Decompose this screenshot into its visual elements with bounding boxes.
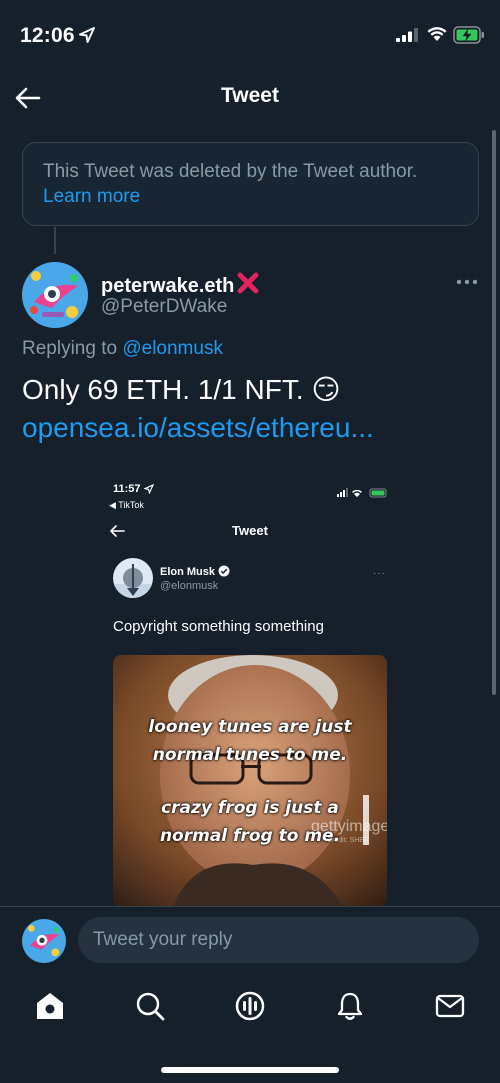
embedded-name-text: Elon Musk [160, 566, 216, 578]
red-x-icon [237, 272, 259, 294]
location-arrow-icon [144, 484, 154, 494]
embedded-name: Elon Musk [160, 565, 230, 578]
embedded-more-icon: ··· [373, 568, 386, 579]
search-icon[interactable] [135, 991, 165, 1021]
status-bar: 12:06 [0, 0, 500, 70]
reply-input[interactable]: Tweet your reply [78, 917, 479, 963]
embedded-time: 11:57 [113, 483, 141, 495]
page-title: Tweet [221, 84, 279, 107]
reply-bar: Tweet your reply [0, 906, 500, 974]
home-icon[interactable] [35, 991, 65, 1021]
embedded-back-app: ◀ TikTok [109, 500, 144, 510]
avatar[interactable] [22, 262, 88, 328]
replying-prefix: Replying to [22, 338, 118, 359]
status-time: 12:06 [20, 24, 75, 47]
notifications-icon[interactable] [335, 991, 365, 1021]
meme-line-3: crazy frog is just a [161, 798, 339, 818]
wifi-icon [427, 27, 447, 41]
embedded-screenshot[interactable]: 11:57 ◀ TikTok Tweet Elon Musk @elonmusk… [97, 472, 403, 907]
messages-icon[interactable] [435, 991, 465, 1021]
location-arrow-icon [79, 27, 95, 43]
embedded-status-icons [337, 488, 387, 498]
learn-more-link[interactable]: Learn more [43, 184, 458, 209]
tab-bar [0, 975, 500, 1083]
embedded-handle: @elonmusk [160, 580, 219, 592]
meme-image: looney tunes are just normal tunes to me… [113, 655, 387, 907]
mention-link[interactable]: @elonmusk [122, 338, 223, 359]
embedded-text: Copyright something something [113, 618, 324, 635]
header: Tweet [0, 70, 500, 126]
embedded-avatar [113, 558, 153, 598]
battery-charging-icon [453, 26, 484, 44]
reply-avatar[interactable] [22, 919, 66, 963]
deleted-notice-text: This Tweet was deleted by the Tweet auth… [43, 161, 418, 182]
tweet-text: Only 69 ETH. 1/1 NFT. 😏 [22, 374, 341, 405]
spaces-icon[interactable] [235, 991, 265, 1021]
handle: @PeterDWake [101, 296, 228, 317]
cellular-signal-icon [396, 28, 418, 42]
display-name-text: peterwake.eth [101, 275, 235, 297]
home-indicator[interactable] [161, 1067, 339, 1073]
more-options-icon[interactable] [456, 279, 478, 285]
scrollbar[interactable] [492, 130, 496, 695]
deleted-tweet-notice: This Tweet was deleted by the Tweet auth… [22, 142, 479, 226]
display-name[interactable]: peterwake.eth [101, 271, 260, 298]
replying-to: Replying to @elonmusk [22, 338, 223, 360]
tweet-link[interactable]: opensea.io/assets/ethereu... [22, 410, 374, 446]
verified-badge-icon [218, 565, 230, 577]
meme-line-2: normal tunes to me. [152, 745, 348, 765]
watermark: gettyimages [311, 818, 387, 835]
thread-line [54, 227, 56, 254]
meme-line-1: looney tunes are just [148, 717, 352, 737]
watermark-credit: Credit: SHER [327, 837, 370, 844]
embedded-title: Tweet [232, 523, 268, 538]
